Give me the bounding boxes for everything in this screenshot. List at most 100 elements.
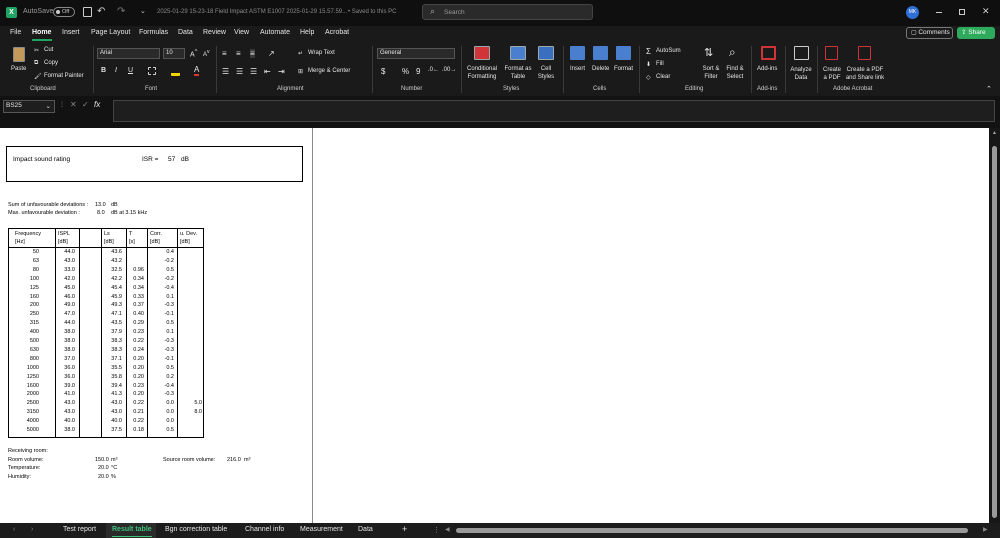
align-middle-icon[interactable]: ≡ xyxy=(236,49,241,58)
create-pdf-button[interactable]: Create a PDF xyxy=(821,66,843,82)
tab-help[interactable]: Help xyxy=(300,29,314,36)
search-box[interactable]: ⌕ Search xyxy=(422,4,593,20)
increase-decimal-icon[interactable]: .0← xyxy=(428,67,439,73)
conditional-formatting-button[interactable]: Conditional Formatting xyxy=(464,65,500,81)
create-share-pdf-icon[interactable] xyxy=(858,46,871,60)
merge-center-button[interactable]: Merge & Center xyxy=(308,68,350,74)
undo-icon[interactable]: ↶ xyxy=(97,6,105,17)
analyze-data-button[interactable]: Analyze Data xyxy=(789,66,813,82)
decrease-decimal-icon[interactable]: .00→ xyxy=(442,67,456,73)
copy-button[interactable]: Copy xyxy=(44,60,58,66)
font-name-select[interactable]: Arial xyxy=(97,48,160,59)
worksheet[interactable]: Impact sound rating ISR = 57 dB Sum of u… xyxy=(0,128,989,523)
cell-styles-icon[interactable] xyxy=(538,46,554,60)
comments-button[interactable]: ▢ Comments xyxy=(906,27,953,39)
format-painter-button[interactable]: Format Painter xyxy=(44,73,84,79)
currency-icon[interactable]: $ xyxy=(381,67,385,76)
restore-icon[interactable] xyxy=(959,9,965,15)
tab-view[interactable]: View xyxy=(234,29,249,36)
horizontal-scroll-thumb[interactable] xyxy=(456,528,968,533)
sheet-tab-data[interactable]: Data xyxy=(358,526,373,533)
delete-cells-icon[interactable] xyxy=(593,46,608,60)
create-pdf-icon[interactable] xyxy=(825,46,838,60)
fill-button[interactable]: Fill xyxy=(656,61,664,67)
cut-button[interactable]: Cut xyxy=(44,47,53,53)
insert-cells-icon[interactable] xyxy=(570,46,585,60)
add-sheet-button[interactable]: + xyxy=(402,524,407,534)
cut-icon[interactable]: ✂ xyxy=(34,47,39,54)
format-painter-icon[interactable]: 🖌 xyxy=(34,73,42,80)
format-cells-button[interactable]: Format xyxy=(614,66,633,72)
align-center-icon[interactable]: ☰ xyxy=(236,67,243,76)
insert-function-icon[interactable]: fx xyxy=(94,100,100,109)
tab-home[interactable]: Home xyxy=(32,29,51,36)
tab-insert[interactable]: Insert xyxy=(62,29,80,36)
vertical-scroll-thumb[interactable] xyxy=(992,146,997,518)
customize-qat-icon[interactable]: ⌄ xyxy=(140,7,146,15)
percent-icon[interactable]: % xyxy=(402,67,409,76)
vertical-scrollbar[interactable]: ▲ xyxy=(989,128,1000,523)
align-left-icon[interactable]: ☰ xyxy=(222,67,229,76)
orientation-icon[interactable]: ↗ xyxy=(268,49,275,58)
cancel-entry-icon[interactable]: ✕ xyxy=(70,100,77,109)
align-bottom-icon[interactable]: ≡ xyxy=(250,49,255,58)
sheet-tab-result-table[interactable]: Result table xyxy=(112,526,152,533)
more-tabs-icon[interactable]: ⋮ xyxy=(433,526,440,534)
scroll-up-icon[interactable]: ▲ xyxy=(992,130,997,136)
formula-input[interactable] xyxy=(113,100,995,122)
increase-font-icon[interactable]: A^ xyxy=(190,49,197,58)
decrease-indent-icon[interactable]: ⇤ xyxy=(264,67,271,76)
insert-cells-button[interactable]: Insert xyxy=(570,66,585,72)
find-select-icon[interactable]: ⌕ xyxy=(729,45,736,60)
hscroll-right-icon[interactable]: ▶ xyxy=(983,526,988,533)
font-size-select[interactable]: 10 xyxy=(163,48,185,59)
clear-icon[interactable]: ◇ xyxy=(646,74,651,81)
avatar[interactable]: MK xyxy=(906,6,919,19)
find-select-button[interactable]: Find & Select xyxy=(723,65,747,81)
sort-filter-icon[interactable]: ⇅ xyxy=(704,46,713,59)
wrap-text-icon[interactable]: ↵ xyxy=(298,50,303,57)
border-icon[interactable] xyxy=(148,67,156,75)
hscroll-left-icon[interactable]: ◀ xyxy=(445,526,450,533)
conditional-formatting-icon[interactable] xyxy=(474,46,490,60)
align-right-icon[interactable]: ☰ xyxy=(250,67,257,76)
autosum-icon[interactable]: Σ xyxy=(646,47,651,56)
format-cells-icon[interactable] xyxy=(616,46,631,60)
add-ins-button[interactable]: Add-ins xyxy=(757,66,777,72)
scroll-tabs-right-icon[interactable]: › xyxy=(31,526,33,533)
scroll-tabs-left-icon[interactable]: ‹ xyxy=(13,526,15,533)
tab-formulas[interactable]: Formulas xyxy=(139,29,168,36)
paste-icon[interactable] xyxy=(13,47,25,62)
tab-automate[interactable]: Automate xyxy=(260,29,290,36)
font-color-icon[interactable]: A xyxy=(194,65,200,76)
decrease-font-icon[interactable]: Av xyxy=(203,49,210,58)
delete-cells-button[interactable]: Delete xyxy=(592,66,609,72)
tab-page-layout[interactable]: Page Layout xyxy=(91,29,130,36)
format-as-table-icon[interactable] xyxy=(510,46,526,60)
tab-file[interactable]: File xyxy=(10,29,21,36)
comma-icon[interactable]: 9 xyxy=(416,67,420,76)
align-top-icon[interactable]: ≡ xyxy=(222,49,227,58)
analyze-data-icon[interactable] xyxy=(794,46,809,60)
sheet-tab-test-report[interactable]: Test report xyxy=(63,526,96,533)
paste-button[interactable]: Paste xyxy=(11,66,26,72)
italic-icon[interactable]: I xyxy=(115,67,117,74)
copy-icon[interactable]: ⧉ xyxy=(34,60,38,67)
cell-styles-button[interactable]: Cell Styles xyxy=(535,65,557,81)
clear-button[interactable]: Clear xyxy=(656,74,670,80)
fill-color-icon[interactable] xyxy=(171,67,180,76)
add-ins-icon[interactable] xyxy=(761,46,776,60)
autosave-toggle[interactable]: Off xyxy=(53,7,75,17)
minimize-icon[interactable] xyxy=(936,12,942,13)
sheet-tab-bgn-correction[interactable]: Bgn correction table xyxy=(165,526,227,533)
name-box[interactable]: BS25 ⌄ xyxy=(3,100,55,113)
share-button[interactable]: ⇪ Share xyxy=(957,27,995,39)
tab-review[interactable]: Review xyxy=(203,29,226,36)
close-icon[interactable]: ✕ xyxy=(982,6,990,17)
number-format-select[interactable]: General xyxy=(377,48,455,59)
underline-icon[interactable]: U xyxy=(128,67,133,74)
increase-indent-icon[interactable]: ⇥ xyxy=(278,67,285,76)
create-share-pdf-button[interactable]: Create a PDF and Share link xyxy=(845,66,885,82)
autosum-button[interactable]: AutoSum xyxy=(656,48,681,54)
confirm-entry-icon[interactable]: ✓ xyxy=(82,100,89,109)
